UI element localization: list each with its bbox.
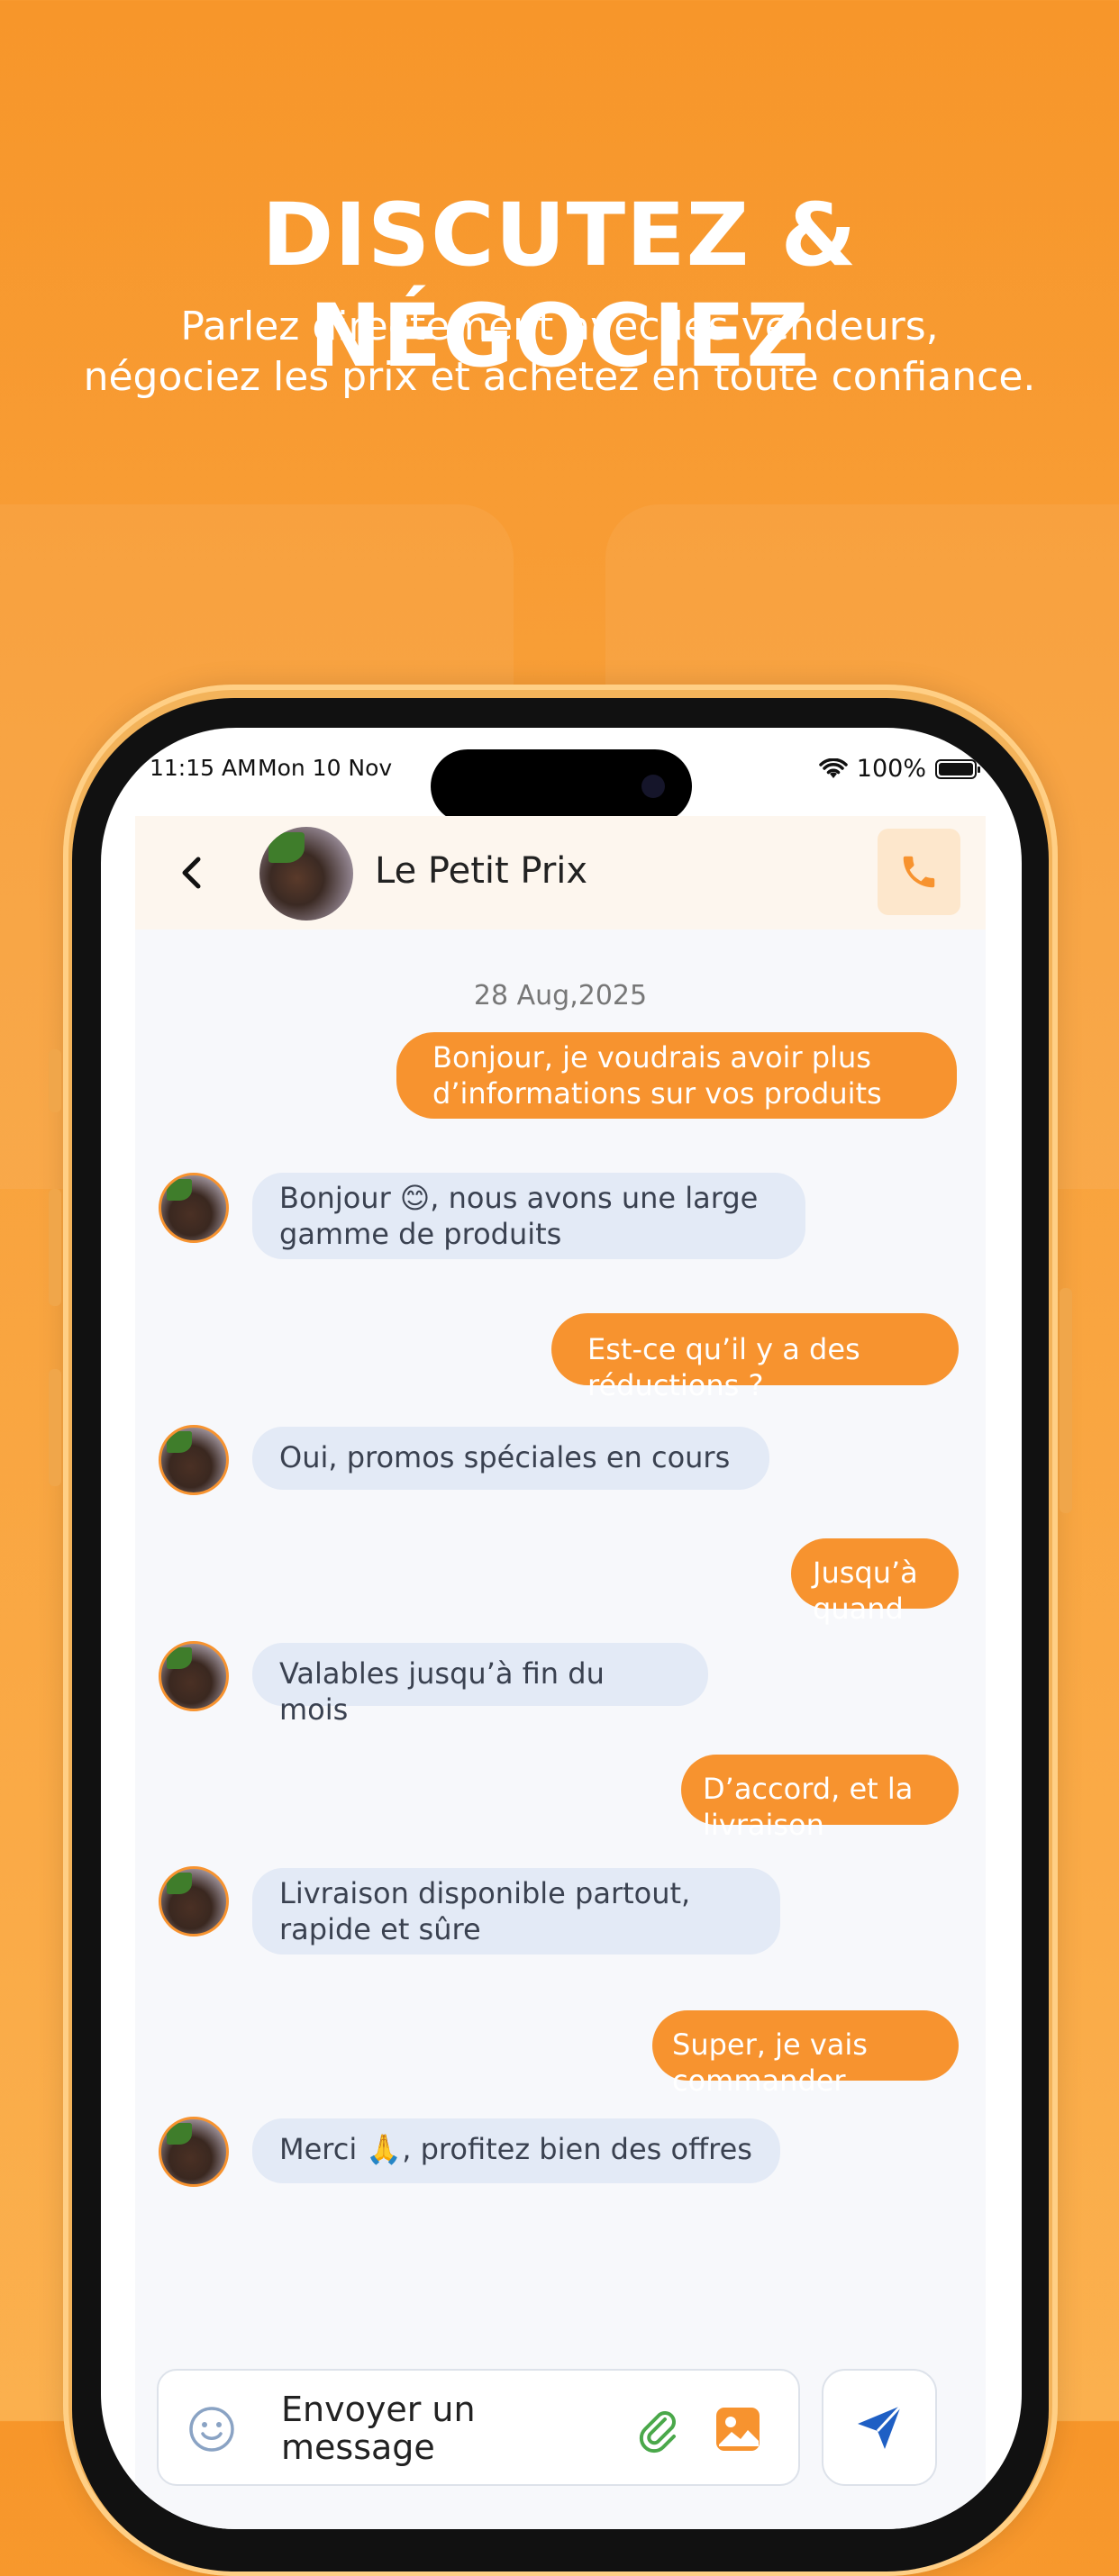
message-incoming[interactable]: Oui, promos spéciales en cours — [252, 1427, 769, 1490]
image-icon[interactable] — [714, 2405, 762, 2454]
contact-avatar[interactable] — [259, 827, 353, 921]
message-input[interactable]: Envoyer un message — [281, 2390, 488, 2466]
back-icon[interactable] — [169, 850, 214, 895]
promo-subline-line-2: négociez les prix et achetez en toute co… — [83, 354, 1036, 400]
message-incoming[interactable]: Bonjour 😊, nous avons une large gamme de… — [252, 1173, 805, 1259]
status-time: 11:15 AM — [150, 755, 257, 781]
message-text: D’accord, et la livraison — [703, 1772, 914, 1842]
send-button[interactable] — [822, 2369, 937, 2486]
message-outgoing[interactable]: Bonjour, je voudrais avoir plus d’inform… — [396, 1032, 957, 1119]
message-text: gamme de produits — [279, 1217, 562, 1251]
paperclip-icon[interactable] — [634, 2407, 681, 2454]
seller-avatar[interactable] — [159, 1641, 229, 1711]
message-text: Bonjour, je voudrais avoir plus — [432, 1040, 871, 1075]
promo-subline-line-1: Parlez directement avec les vendeurs, — [180, 304, 939, 349]
message-text: d’informations sur vos produits — [432, 1076, 882, 1111]
phone-side-button — [49, 1189, 61, 1306]
contact-name[interactable]: Le Petit Prix — [375, 850, 587, 892]
message-outgoing[interactable]: Jusqu’à quand — [791, 1538, 959, 1626]
chat-header: Le Petit Prix — [135, 816, 986, 930]
message-incoming[interactable]: Livraison disponible partout, rapide et … — [252, 1868, 780, 1955]
message-text: rapide et sûre — [279, 1912, 481, 1946]
emoji-icon[interactable] — [187, 2405, 236, 2454]
dynamic-island — [431, 749, 692, 823]
message-incoming[interactable]: Merci 🙏, profitez bien des offres — [252, 2118, 780, 2183]
message-outgoing[interactable]: Super, je vais commander — [652, 2010, 959, 2098]
message-text: Super, je vais commander — [672, 2027, 868, 2098]
message-outgoing[interactable]: D’accord, et la livraison — [681, 1755, 959, 1842]
message-incoming[interactable]: Valables jusqu’à fin du mois — [252, 1643, 708, 1727]
wifi-icon — [819, 757, 848, 778]
phone-screen: 11:15 AM Mon 10 Nov 100% Le Petit Prix 2… — [101, 728, 1022, 2529]
front-camera — [641, 775, 665, 798]
message-text: Oui, promos spéciales en cours — [279, 1440, 731, 1474]
battery-percent: 100% — [856, 755, 926, 783]
message-text: Jusqu’à quand — [813, 1556, 918, 1626]
seller-avatar[interactable] — [159, 1173, 229, 1243]
date-separator: 28 Aug,2025 — [473, 980, 648, 1011]
battery-icon — [935, 758, 980, 779]
call-button[interactable] — [878, 829, 960, 915]
message-text: Est-ce qu’il y a des réductions ? — [587, 1332, 860, 1402]
seller-avatar[interactable] — [159, 1866, 229, 1937]
seller-avatar[interactable] — [159, 2117, 229, 2187]
message-text: Merci 🙏, profitez bien des offres — [279, 2132, 752, 2166]
message-text: Bonjour 😊, nous avons une large — [279, 1181, 759, 1215]
message-text: Livraison disponible partout, — [279, 1876, 691, 1910]
message-outgoing[interactable]: Est-ce qu’il y a des réductions ? — [551, 1313, 959, 1402]
message-text: Valables jusqu’à fin du mois — [279, 1656, 605, 1727]
promo-subline: Parlez directement avec les vendeurs, né… — [0, 302, 1119, 403]
seller-avatar[interactable] — [159, 1425, 229, 1495]
chat-panel: Le Petit Prix 28 Aug,2025 Bonjour, je vo… — [135, 816, 986, 2529]
message-composer[interactable]: Envoyer un message — [157, 2369, 800, 2486]
phone-icon — [903, 856, 935, 888]
phone-side-button — [49, 1369, 61, 1486]
phone-side-button — [1060, 1288, 1072, 1513]
send-icon — [858, 2404, 903, 2449]
status-date: Mon 10 Nov — [258, 755, 393, 781]
status-right: 100% — [819, 755, 980, 783]
phone-side-button — [49, 1049, 61, 1112]
